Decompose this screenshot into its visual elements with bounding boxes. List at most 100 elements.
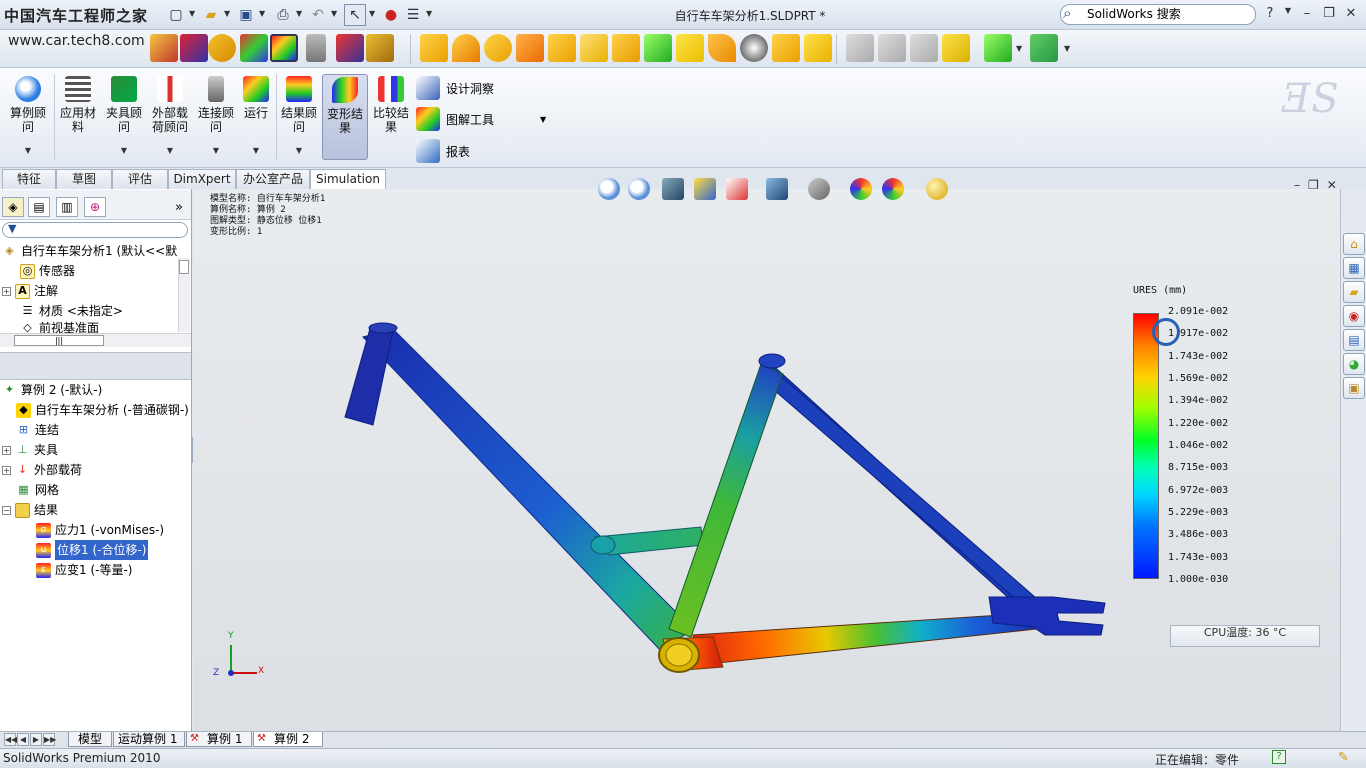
- tree-item-displacement[interactable]: u 位移1 (-合位移-): [2, 540, 190, 560]
- dropdown-icon[interactable]: ▼: [253, 144, 259, 158]
- help-dropdown-icon[interactable]: ▼: [1279, 6, 1297, 15]
- tab-evaluate[interactable]: 评估: [112, 169, 168, 189]
- search-results-icon[interactable]: ◉: [1343, 305, 1365, 327]
- dimxpert-tab-icon[interactable]: ⊕: [84, 197, 106, 217]
- rebuild-traffic-light-icon[interactable]: ●: [380, 4, 402, 26]
- feature-9-icon[interactable]: [676, 34, 704, 62]
- section-view-icon[interactable]: [694, 178, 716, 200]
- connections-advisor-button[interactable]: 连接顾问 ▼: [194, 74, 238, 160]
- report-button[interactable]: 报表: [416, 138, 470, 164]
- close-button[interactable]: ✕: [1342, 6, 1360, 21]
- collapse-icon[interactable]: −: [2, 505, 11, 515]
- search-icon[interactable]: ⌕: [1063, 4, 1071, 22]
- design-insight-button[interactable]: 设计洞察: [416, 75, 494, 101]
- gear-tool-icon[interactable]: [208, 34, 236, 62]
- select-dropdown-icon[interactable]: ▼: [369, 9, 375, 18]
- apply-material-button[interactable]: 应用材料: [58, 74, 98, 160]
- filter-input[interactable]: [2, 222, 188, 238]
- curve-dropdown-icon[interactable]: ▼: [1064, 44, 1070, 53]
- deformed-result-button[interactable]: 变形结果: [322, 74, 368, 160]
- tab-dimxpert[interactable]: DimXpert: [168, 169, 236, 189]
- bolt-tool-icon[interactable]: [306, 34, 326, 62]
- feature-17-icon[interactable]: [942, 34, 970, 62]
- tree-item-part[interactable]: ◈ 自行车车架分析1 (默认<<默: [2, 241, 178, 261]
- viewport-window-controls[interactable]: –❐✕: [1294, 178, 1345, 192]
- last-tab-icon[interactable]: ▶▶: [43, 733, 56, 746]
- edit-appearance-icon[interactable]: [850, 178, 872, 200]
- expand-icon[interactable]: +: [2, 445, 11, 455]
- feature-tree-tab-icon[interactable]: ◈: [2, 197, 24, 217]
- print-dropdown-icon[interactable]: ▼: [296, 9, 302, 18]
- property-manager-tab-icon[interactable]: ▤: [28, 197, 50, 217]
- dropdown-icon[interactable]: ▼: [167, 144, 173, 158]
- print-icon[interactable]: ⎙: [272, 4, 294, 26]
- new-dropdown-icon[interactable]: ▼: [189, 9, 195, 18]
- next-tab-icon[interactable]: ▶: [30, 733, 42, 746]
- tree-item-external-loads[interactable]: + ↓ 外部载荷: [2, 460, 190, 480]
- home-icon[interactable]: ⌂: [1343, 233, 1365, 255]
- tree-item-connections[interactable]: ⊞ 连结: [2, 420, 190, 440]
- appearances-icon[interactable]: ◕: [1343, 353, 1365, 375]
- feature-11-icon[interactable]: [740, 34, 768, 62]
- view-orientation-icon[interactable]: [726, 178, 748, 200]
- expand-icon[interactable]: +: [2, 286, 11, 296]
- curve-tool-icon[interactable]: [1030, 34, 1058, 62]
- tree-item-results[interactable]: − 结果: [2, 500, 190, 520]
- tree-item-part-body[interactable]: ◆ 自行车车架分析 (-普通碳钢-): [2, 400, 190, 420]
- tree-item-material[interactable]: ☰ 材质 <未指定>: [2, 301, 178, 321]
- study-advisor-button[interactable]: 算例顾问 ▼: [6, 74, 50, 160]
- scroll-thumb[interactable]: [179, 260, 189, 274]
- prev-tab-icon[interactable]: ◀: [17, 733, 29, 746]
- panel-splitter[interactable]: [0, 352, 191, 380]
- feature-6-icon[interactable]: [580, 34, 608, 62]
- tree-item-sensors[interactable]: ◎ 传感器: [2, 261, 178, 281]
- open-dropdown-icon[interactable]: ▼: [224, 9, 230, 18]
- fixture-advisor-button[interactable]: 夹具顾问 ▼: [102, 74, 146, 160]
- sketch-tool-icon[interactable]: [984, 34, 1012, 62]
- save-dropdown-icon[interactable]: ▼: [259, 9, 265, 18]
- help-status-icon[interactable]: ?: [1272, 750, 1286, 764]
- select-cursor-icon[interactable]: ↖: [344, 4, 366, 26]
- undo-icon[interactable]: ↶: [307, 4, 329, 26]
- tree-item-annotations[interactable]: + A 注解: [2, 281, 178, 301]
- feature-8-icon[interactable]: [644, 34, 672, 62]
- results-advisor-button[interactable]: 结果顾问 ▼: [278, 74, 320, 160]
- tree-item-study[interactable]: ✦ 算例 2 (-默认-): [2, 380, 190, 400]
- run-button[interactable]: 运行 ▼: [240, 74, 272, 160]
- external-loads-advisor-button[interactable]: 外部载荷顾问 ▼: [148, 74, 192, 160]
- tab-model[interactable]: 模型: [68, 732, 112, 747]
- file-explorer-icon[interactable]: ▰: [1343, 281, 1365, 303]
- feature-16-icon[interactable]: [910, 34, 938, 62]
- open-folder-icon[interactable]: ▰: [200, 4, 222, 26]
- tab-office-products[interactable]: 办公室产品: [236, 169, 310, 189]
- dropdown-icon[interactable]: ▼: [296, 144, 302, 158]
- dropdown-icon[interactable]: ▼: [121, 144, 127, 158]
- options-dropdown-icon[interactable]: ▼: [426, 9, 432, 18]
- feature-10-icon[interactable]: [708, 34, 736, 62]
- undo-dropdown-icon[interactable]: ▼: [331, 9, 337, 18]
- tree-item-mesh[interactable]: ▦ 网格: [2, 480, 190, 500]
- result-tool-icon[interactable]: [240, 34, 268, 62]
- configuration-tab-icon[interactable]: ▥: [56, 197, 78, 217]
- feature-3-icon[interactable]: [484, 34, 512, 62]
- design-library-icon[interactable]: ▦: [1343, 257, 1365, 279]
- feature-7-icon[interactable]: [612, 34, 640, 62]
- restore-button[interactable]: ❐: [1320, 6, 1338, 21]
- dimension-tool-icon[interactable]: [366, 34, 394, 62]
- compare-results-button[interactable]: 比较结果: [370, 74, 412, 160]
- save-icon[interactable]: ▣: [235, 4, 257, 26]
- tab-features[interactable]: 特征: [2, 169, 56, 189]
- simulation-tool-icon[interactable]: [150, 34, 178, 62]
- bike-frame-model[interactable]: [193, 189, 1340, 731]
- graphics-viewport[interactable]: [193, 189, 1340, 731]
- expand-icon[interactable]: +: [2, 465, 11, 475]
- load-tool-icon[interactable]: [180, 34, 208, 62]
- tree-item-strain[interactable]: ε 应变1 (-等量-): [2, 560, 190, 580]
- feature-15-icon[interactable]: [878, 34, 906, 62]
- apply-scene-icon[interactable]: [882, 178, 904, 200]
- feature-5-icon[interactable]: [548, 34, 576, 62]
- feature-2-icon[interactable]: [452, 34, 480, 62]
- tree-item-fixtures[interactable]: + ⊥ 夹具: [2, 440, 190, 460]
- notification-icon[interactable]: ✎: [1338, 750, 1349, 765]
- zoom-to-fit-icon[interactable]: [598, 178, 620, 200]
